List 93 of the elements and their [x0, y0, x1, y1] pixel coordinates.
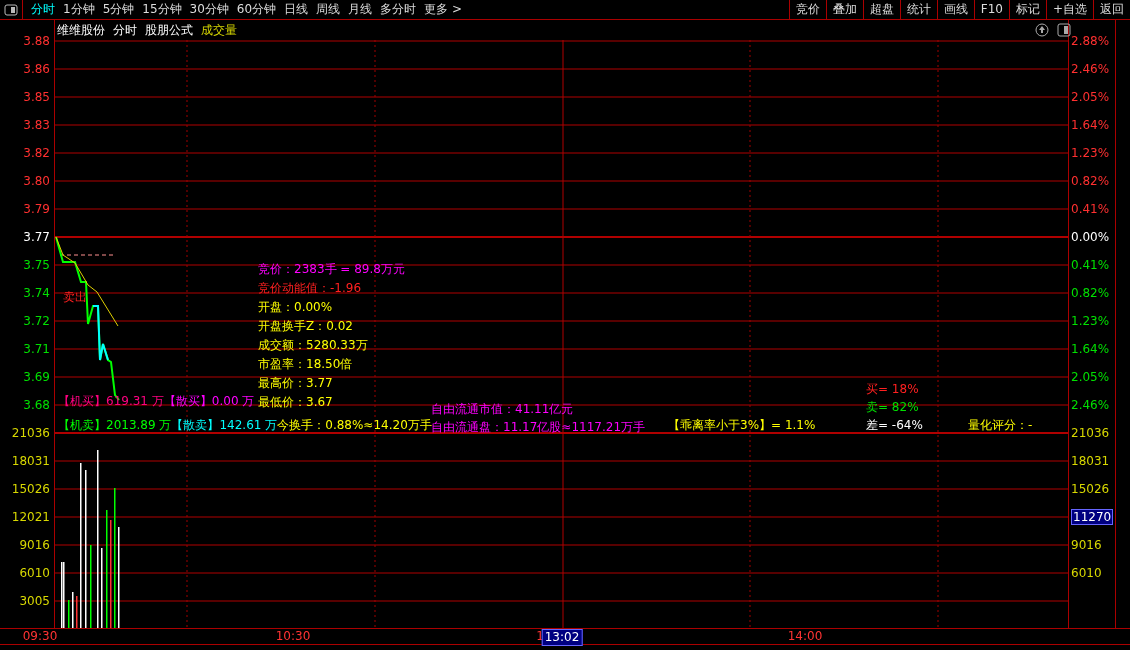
price-axis-label: 3.69: [22, 369, 51, 386]
float-info-text: 自由流通市值：41.11亿元: [431, 401, 575, 418]
toolbar-button[interactable]: 标记: [1008, 0, 1046, 19]
percent-axis-label: 2.88%: [1070, 33, 1111, 50]
toolbar-button[interactable]: 返回: [1093, 0, 1130, 19]
price-axis-label: 3.79: [22, 201, 51, 218]
info-text: 成交额：5280.33万: [258, 337, 369, 354]
time-axis-label: 10:30: [275, 629, 311, 644]
volume-axis-label: 9016: [18, 537, 51, 554]
indicator-text: 【散卖】142.61 万: [171, 417, 278, 434]
price-axis-label: 3.71: [22, 341, 51, 358]
percent-axis-label: 0.41%: [1070, 201, 1111, 218]
deviation-text: 【乖离率小于3%】= 1.1%: [668, 418, 816, 432]
panel-toggle-icon[interactable]: [1057, 23, 1071, 37]
price-axis-label: 3.88: [22, 33, 51, 50]
period-label: 分时: [113, 22, 137, 39]
info-text: 最高价：3.77: [258, 375, 334, 392]
indicator-name: 成交量: [201, 22, 237, 39]
upload-icon[interactable]: [1035, 23, 1049, 37]
formula-name: 股朋公式: [145, 22, 193, 39]
price-axis-label: 3.86: [22, 61, 51, 78]
toolbar-button[interactable]: F10: [973, 0, 1009, 19]
volume-axis-label: 18031: [1071, 454, 1110, 468]
stock-name: 维维股份: [57, 22, 105, 39]
period-tab[interactable]: 更多 >: [420, 0, 466, 19]
info-text: 开盘：0.00%: [258, 299, 334, 316]
toolbar-button[interactable]: 画线: [936, 0, 974, 19]
volume-axis-label: 15026: [10, 481, 51, 498]
price-axis-label: 3.72: [22, 313, 51, 330]
percent-axis-label: 1.23%: [1070, 145, 1111, 162]
period-tab[interactable]: 15分钟: [138, 0, 186, 19]
panel-toggle-icon[interactable]: [4, 3, 18, 16]
period-tab[interactable]: 月线: [344, 0, 377, 19]
time-axis-label: 14:00: [787, 629, 823, 644]
float-info-text: 自由流通盘：11.17亿股≈1117.21万手: [431, 420, 646, 436]
volume-axis-label: 9016: [1071, 538, 1102, 552]
price-axis-label: 3.75: [22, 257, 51, 274]
period-tab[interactable]: 日线: [280, 0, 313, 19]
signal-label: 卖出: [63, 290, 87, 304]
percent-axis-label: 2.46%: [1070, 397, 1111, 414]
price-axis-label: 3.85: [22, 89, 51, 106]
ratio-text: 差= -64%: [866, 417, 923, 434]
percent-axis-label: 1.64%: [1070, 117, 1111, 134]
info-text: 竞价：2383手 = 89.8万元: [258, 261, 405, 278]
percent-axis-label: 0.41%: [1070, 257, 1111, 274]
period-tab[interactable]: 5分钟: [98, 0, 139, 19]
period-tab[interactable]: 1分钟: [59, 0, 99, 19]
volume-axis-label: 3005: [18, 593, 51, 610]
toolbar-button[interactable]: 超盘: [862, 0, 900, 19]
percent-axis-label: 0.82%: [1070, 285, 1111, 302]
period-tab[interactable]: 60分钟: [232, 0, 281, 19]
volume-axis-label: 21036: [10, 425, 51, 442]
volume-axis-label: 21036: [1071, 426, 1110, 440]
indicator-text: 【机买】619.31 万: [58, 393, 164, 410]
toolbar-button[interactable]: +自选: [1045, 0, 1093, 19]
price-axis-label: 3.74: [22, 285, 51, 302]
period-tab[interactable]: 周线: [312, 0, 345, 19]
percent-axis-label: 2.46%: [1070, 61, 1111, 78]
period-tab[interactable]: 30分钟: [185, 0, 233, 19]
period-tab[interactable]: 分时: [27, 0, 59, 19]
percent-axis-label: 2.05%: [1070, 369, 1111, 386]
volume-axis-label: 6010: [1071, 566, 1102, 580]
time-axis-label: 09:30: [22, 629, 58, 644]
percent-axis-label: 0.00%: [1070, 229, 1111, 246]
ratio-text: 卖= 82%: [866, 399, 920, 416]
percent-axis-label: 2.05%: [1070, 89, 1111, 106]
percent-axis-label: 1.64%: [1070, 341, 1111, 358]
info-text: 最低价：3.67: [258, 394, 334, 411]
toolbar-button[interactable]: 叠加: [825, 0, 863, 19]
price-axis-label: 3.82: [22, 145, 51, 162]
volume-axis-label: 15026: [1071, 482, 1110, 496]
cursor-value-label: 11270: [1071, 509, 1114, 525]
volume-axis-label: 6010: [18, 565, 51, 582]
cursor-time-label: 13:02: [541, 629, 583, 646]
volume-axis-label: 12021: [10, 509, 51, 526]
score-text: 量化评分：-: [968, 418, 1033, 432]
indicator-text: 【散买】0.00 万: [163, 393, 255, 410]
period-tab[interactable]: 多分时: [376, 0, 421, 19]
ratio-text: 买= 18%: [866, 381, 920, 398]
info-text: 市盈率：18.50倍: [258, 356, 354, 373]
toolbar-button[interactable]: 竞价: [788, 0, 826, 19]
indicator-text: 今换手：0.88%≈14.20万手: [277, 417, 432, 434]
price-axis-label: 3.83: [22, 117, 51, 134]
percent-axis-label: 1.23%: [1070, 313, 1111, 330]
indicator-text: 【机卖】2013.89 万: [58, 417, 172, 434]
volume-axis-label: 18031: [10, 453, 51, 470]
info-text: 开盘换手Z：0.02: [258, 318, 354, 335]
percent-axis-label: 0.82%: [1070, 173, 1111, 190]
price-axis-label: 3.77: [22, 229, 51, 246]
price-axis-label: 3.68: [22, 397, 51, 414]
info-text: 竞价动能值：-1.96: [258, 280, 363, 297]
price-axis-label: 3.80: [22, 173, 51, 190]
toolbar-button[interactable]: 统计: [899, 0, 937, 19]
